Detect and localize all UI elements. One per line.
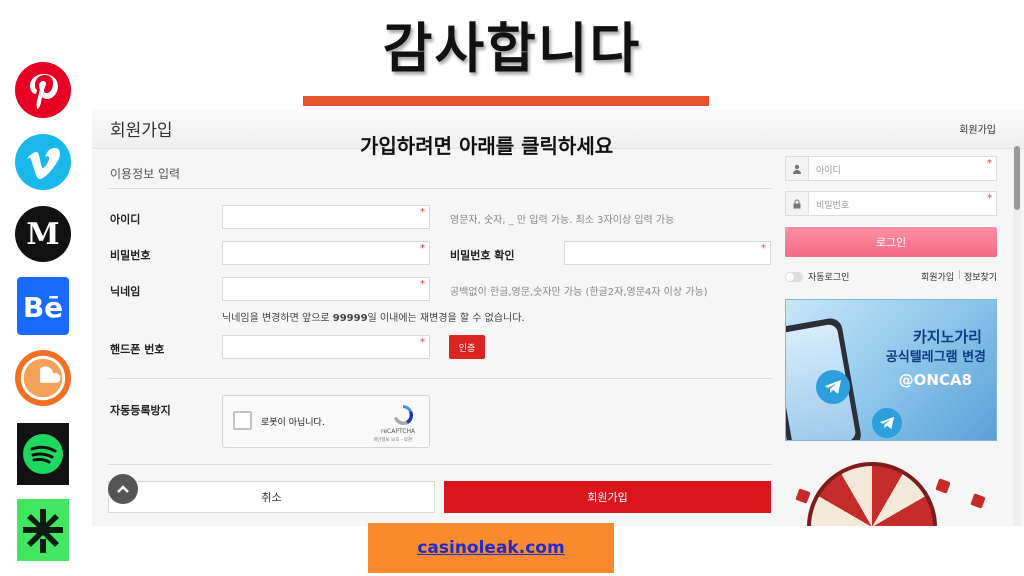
nickname-hint: 공백없이 한글,영문,숫자만 가능 (한글2자,영문4자 이상 가능) [450,287,708,298]
verify-button[interactable]: 인증 [449,335,485,359]
vimeo-icon[interactable] [15,134,71,190]
recaptcha-text: 로봇이 아닙니다. [261,418,325,428]
chevron-up-icon [117,485,129,493]
signup-screenshot: 회원가입 회원가입 가입하려면 아래를 클릭하세요 이용정보 입력 아이디 * … [92,110,1024,526]
required-mark: * [987,158,992,169]
join-button[interactable]: 회원가입 [444,481,771,513]
recaptcha-checkbox[interactable] [233,411,252,430]
nickname-input[interactable]: * [222,277,430,301]
divider [108,464,772,465]
recaptcha-terms[interactable]: 개인정보 보호 - 약관 [373,437,412,443]
sidebar-id-placeholder: 아이디 [816,166,841,176]
sidebar-password-field[interactable]: 비밀번호 * [785,191,997,216]
lock-icon [786,192,809,215]
phone-input[interactable]: * [222,335,430,359]
required-mark: * [761,243,766,254]
find-info-link[interactable]: 정보찾기 [964,270,997,283]
required-mark: * [420,279,425,290]
cancel-button[interactable]: 취소 [108,481,435,513]
svg-text:Bē: Bē [23,291,63,324]
id-input[interactable]: * [222,205,430,229]
link-separator: | [958,270,962,280]
auto-login-label: 자동로그인 [808,273,850,283]
dice-icon [970,493,986,509]
scrollbar-thumb[interactable] [1014,146,1020,210]
linktree-icon[interactable] [15,499,71,561]
overlay-instruction: 가입하려면 아래를 클릭하세요 [360,134,614,158]
phone-label: 핸드폰 번호 [110,343,165,356]
title-underline [303,96,709,106]
scroll-top-button[interactable] [108,474,138,504]
id-hint: 영문자, 숫자, _ 만 입력 가능. 최소 3자이상 입력 가능 [450,215,675,226]
telegram-icon [816,370,850,404]
pinterest-icon[interactable] [15,62,71,118]
sidebar-password-placeholder: 비밀번호 [816,201,850,211]
divider [108,378,772,379]
captcha-label: 자동등록방지 [110,404,171,417]
telegram-icon [872,408,902,438]
dice-icon [935,478,951,494]
required-mark: * [420,207,425,218]
soundcloud-icon[interactable] [15,350,71,406]
divider [108,188,772,189]
banner-subtitle: 공식텔레그램 변경 [885,350,986,365]
recaptcha-brand: reCAPTCHA [381,428,416,435]
svg-text:M: M [26,217,59,252]
behance-icon[interactable]: Bē [15,277,71,335]
sidebar-signup-link[interactable]: 회원가입 [921,270,954,283]
dice-icon [795,488,811,504]
required-mark: * [987,193,992,204]
nickname-note: 닉네임을 변경하면 앞으로 99999일 이내에는 재변경을 할 수 없습니다. [222,313,525,324]
login-button[interactable]: 로그인 [785,227,997,257]
bottom-link-box: casinoleak.com [368,523,614,573]
user-icon [786,157,809,180]
sidebar-id-field[interactable]: 아이디 * [785,156,997,181]
panel-title: 회원가입 [110,121,173,141]
required-mark: * [420,337,425,348]
casinoleak-link[interactable]: casinoleak.com [417,538,564,558]
password-confirm-label: 비밀번호 확인 [450,249,515,262]
section-title: 이용정보 입력 [110,167,181,181]
recaptcha-widget: 로봇이 아닙니다. reCAPTCHA 개인정보 보호 - 약관 [222,395,430,448]
page-title: 감사합니다 [382,17,642,80]
password-confirm-input[interactable]: * [564,241,771,265]
spotify-icon[interactable] [15,423,71,485]
roulette-wheel [807,462,937,526]
password-input[interactable]: * [222,241,430,265]
banner-brand: 카지노가리 [912,328,982,346]
recaptcha-icon [391,403,415,431]
header-signup-link[interactable]: 회원가입 [959,121,996,136]
required-mark: * [420,243,425,254]
auto-login-toggle[interactable] [785,272,803,282]
password-label: 비밀번호 [110,249,151,262]
banner-handle: @ONCA8 [898,371,972,389]
nickname-label: 닉네임 [110,285,141,298]
id-label: 아이디 [110,213,141,226]
scrollbar[interactable] [1013,142,1021,526]
medium-icon[interactable]: M [15,206,71,262]
telegram-banner[interactable]: 카지노가리 공식텔레그램 변경 @ONCA8 [785,299,997,441]
